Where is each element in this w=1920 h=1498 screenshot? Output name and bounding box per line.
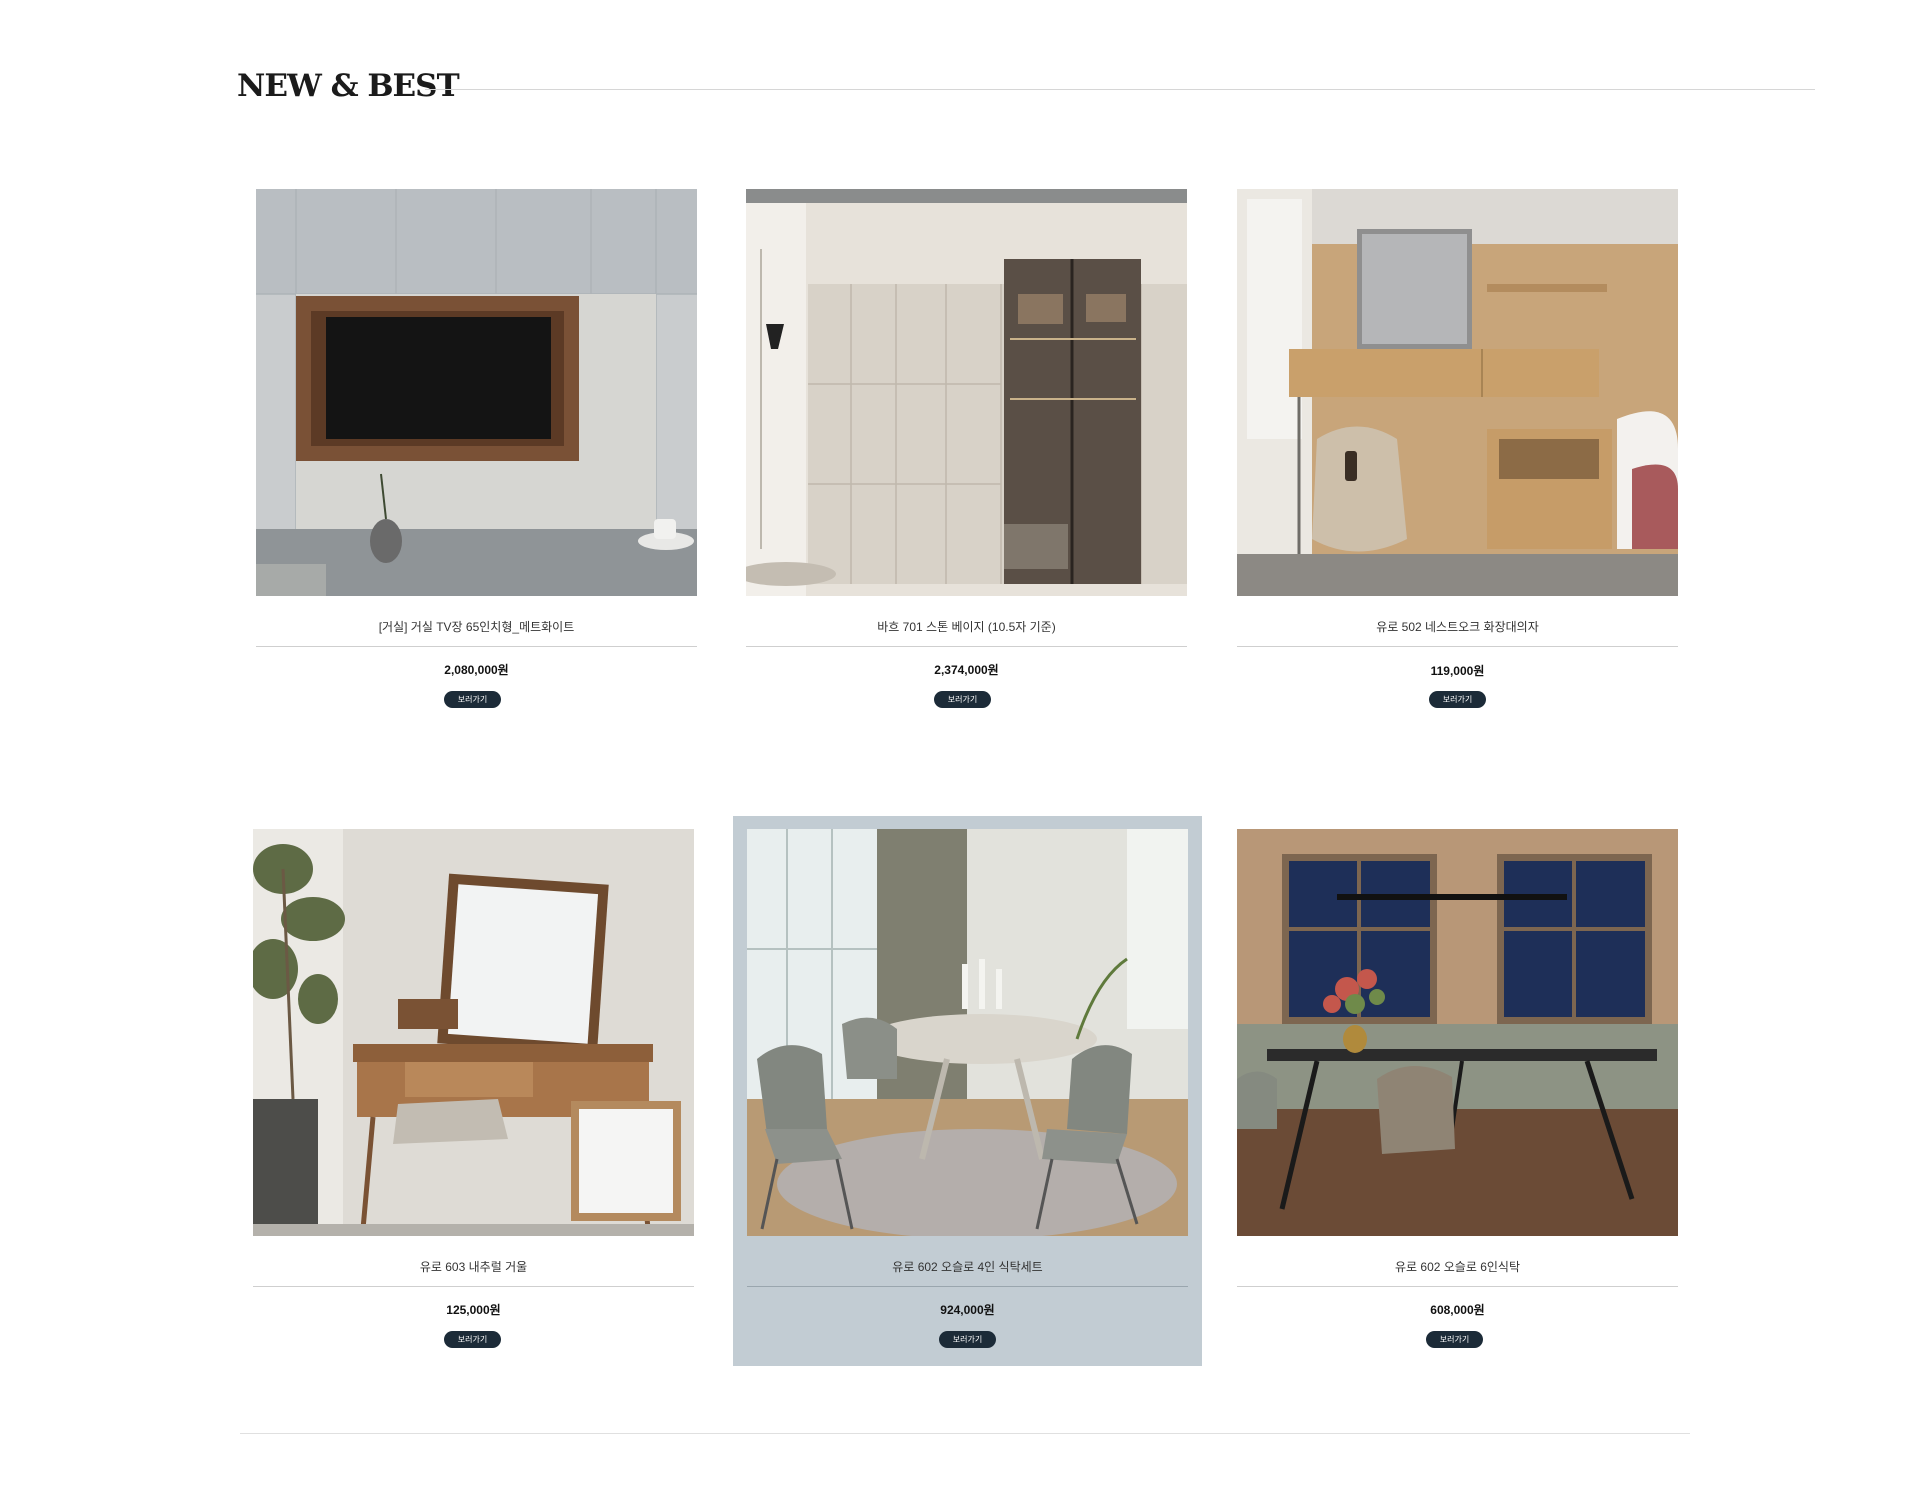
product-image-vanity-mirror[interactable] [253,829,694,1236]
product-card[interactable]: 유로 602 오슬로 6인식탁 608,000원 보러가기 [1237,829,1678,1349]
product-name[interactable]: [거실] 거실 TV장 65인치형_메트화이트 [256,618,697,635]
product-price: 2,080,000원 [444,663,509,677]
product-image-dining-table-6[interactable] [1237,829,1678,1236]
product-image-wardrobe[interactable] [746,189,1187,596]
product-name[interactable]: 바흐 701 스톤 베이지 (10.5자 기준) [746,618,1187,635]
card-divider [256,646,697,647]
product-name[interactable]: 유로 603 내추럴 거울 [253,1258,694,1275]
product-image-vanity-stool[interactable] [1237,189,1678,596]
product-image-tv-cabinet[interactable] [256,189,697,596]
view-product-button[interactable]: 보러가기 [934,691,991,708]
product-price: 119,000원 [1430,664,1485,678]
card-divider [1237,1286,1678,1287]
card-divider [253,1286,694,1287]
product-price: 608,000원 [1430,1303,1485,1317]
product-card[interactable]: 유로 603 내추럴 거울 125,000원 보러가기 [253,829,694,1349]
product-price: 2,374,000원 [934,663,999,677]
product-name[interactable]: 유로 602 오슬로 6인식탁 [1237,1258,1678,1275]
view-product-button[interactable]: 보러가기 [939,1331,996,1348]
product-card-highlighted[interactable]: 유로 602 오슬로 4인 식탁세트 924,000원 보러가기 [733,816,1202,1366]
view-product-button[interactable]: 보러가기 [1429,691,1486,708]
product-name[interactable]: 유로 502 네스트오크 화장대의자 [1237,618,1678,635]
section-title: NEW & BEST [237,68,460,104]
product-card[interactable]: 유로 502 네스트오크 화장대의자 119,000원 보러가기 [1237,189,1678,709]
view-product-button[interactable]: 보러가기 [444,1331,501,1348]
product-price: 125,000원 [446,1303,501,1317]
title-divider [425,89,1815,90]
view-product-button[interactable]: 보러가기 [1426,1331,1483,1348]
product-card[interactable]: 바흐 701 스톤 베이지 (10.5자 기준) 2,374,000원 보러가기 [746,189,1187,709]
product-name[interactable]: 유로 602 오슬로 4인 식탁세트 [747,1258,1188,1275]
view-product-button[interactable]: 보러가기 [444,691,501,708]
section-bottom-divider [240,1433,1690,1434]
card-divider [747,1286,1188,1287]
product-price: 924,000원 [940,1303,995,1317]
product-image-dining-set-4[interactable] [747,829,1188,1236]
card-divider [1237,646,1678,647]
card-divider [746,646,1187,647]
product-card[interactable]: [거실] 거실 TV장 65인치형_메트화이트 2,080,000원 보러가기 [256,189,697,709]
